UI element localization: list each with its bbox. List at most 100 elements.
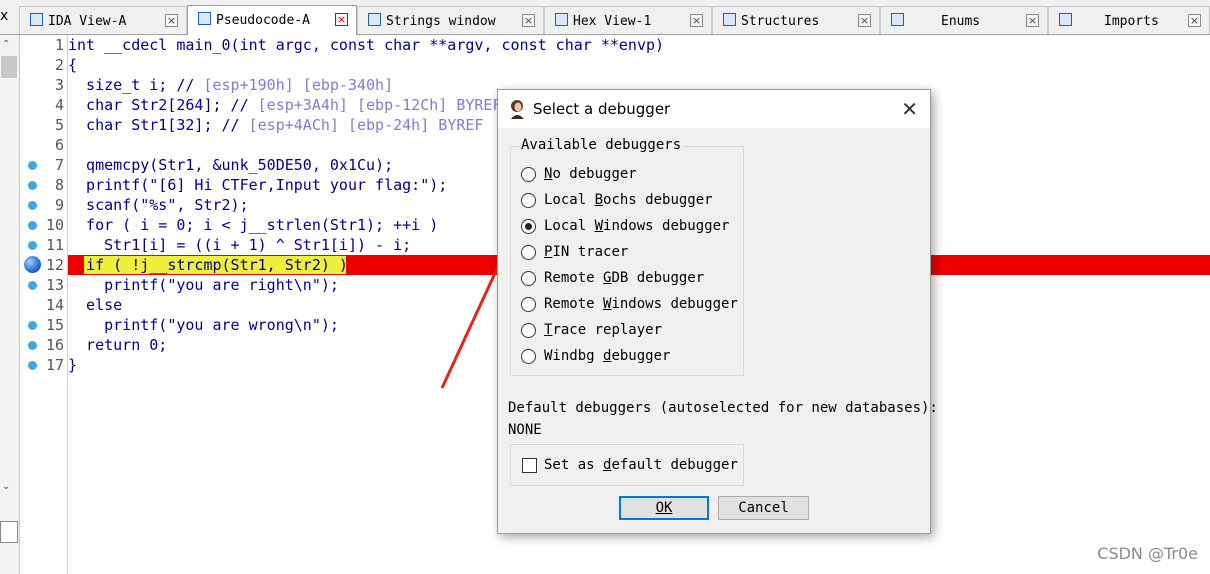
- code-text: Str1[i] = ((i + 1) ^ Str1[i]) - i;: [68, 236, 412, 254]
- structures-icon: [723, 13, 736, 26]
- tab-strings-window[interactable]: Strings window ×: [357, 6, 544, 34]
- line-number: 11: [45, 236, 64, 254]
- default-debuggers-value: NONE: [508, 422, 542, 438]
- label-part: indows debugger: [603, 218, 730, 234]
- line-number: 16: [45, 336, 64, 354]
- code-comment: [esp+3A4h] [ebp-12Ch] BYREF: [257, 96, 502, 114]
- close-icon[interactable]: ×: [522, 14, 535, 27]
- left-scrollbar[interactable]: ⌃ ⌄: [0, 35, 20, 574]
- label-part: ochs debugger: [603, 192, 713, 208]
- radio-button[interactable]: [521, 167, 536, 182]
- side-input-box[interactable]: [0, 521, 18, 543]
- line-number: 9: [54, 196, 64, 214]
- radio-button-selected[interactable]: [521, 219, 536, 234]
- label-mnemonic: B: [594, 192, 604, 208]
- option-label: Trace replayer: [544, 322, 662, 338]
- code-text: printf("you are right\n");: [68, 276, 339, 294]
- line-number: 2: [54, 56, 64, 74]
- code-decl: size_t i; //: [68, 76, 204, 94]
- code-text: int __cdecl main_0(int argc, const char …: [68, 36, 665, 54]
- option-label: PIN tracer: [544, 244, 628, 260]
- dialog-title: Select a debugger: [533, 100, 671, 118]
- scrollbar-thumb[interactable]: [1, 56, 17, 78]
- radio-button[interactable]: [521, 349, 536, 364]
- tab-pseudocode-a[interactable]: Pseudocode-A ×: [187, 5, 357, 35]
- line-number: 5: [54, 116, 64, 134]
- hex-icon: [555, 13, 568, 26]
- close-icon[interactable]: ×: [690, 14, 703, 27]
- radio-button[interactable]: [521, 323, 536, 338]
- close-icon[interactable]: ×: [1026, 14, 1039, 27]
- line-number: 12: [45, 256, 64, 274]
- tab-imports[interactable]: Imports ×: [1048, 6, 1210, 34]
- radio-button[interactable]: [521, 271, 536, 286]
- option-label: Windbg debugger: [544, 348, 670, 364]
- code-text: return 0;: [68, 336, 168, 354]
- tab-label: Pseudocode-A: [216, 13, 310, 28]
- radio-button[interactable]: [521, 193, 536, 208]
- set-default-label[interactable]: Set as default debugger: [544, 457, 738, 473]
- tab-hex-view-1[interactable]: Hex View-1 ×: [544, 6, 712, 34]
- label-part: Remote: [544, 270, 604, 286]
- label-mnemonic: W: [594, 218, 604, 234]
- radio-button[interactable]: [521, 297, 536, 312]
- close-icon[interactable]: ✕: [901, 97, 918, 121]
- ida-logo-icon: [511, 100, 524, 119]
- label-part: Windbg: [544, 348, 604, 364]
- label-part: Set as: [544, 457, 604, 473]
- tab-label: Strings window: [386, 14, 496, 29]
- tab-enums[interactable]: Enums ×: [880, 6, 1048, 34]
- radio-button[interactable]: [521, 245, 536, 260]
- close-icon[interactable]: ×: [858, 14, 871, 27]
- set-default-group: Set as default debugger: [510, 444, 744, 486]
- code-text: }: [68, 356, 78, 374]
- code-text: char Str2[264]; // [esp+3A4h] [ebp-12Ch]…: [68, 95, 502, 115]
- tab-label: Enums: [941, 14, 981, 29]
- chevron-up-icon[interactable]: ⌃: [2, 39, 10, 50]
- tab-structures[interactable]: Structures ×: [712, 6, 880, 34]
- line-number: 10: [45, 216, 64, 234]
- tab-label: Imports: [1104, 14, 1159, 29]
- code-comment: [esp+4ACh] [ebp-24h] BYREF: [248, 116, 484, 134]
- line-number: 14: [45, 296, 64, 314]
- label-part: Remote: [544, 296, 604, 312]
- watermark: CSDN @Tr0e: [1097, 544, 1198, 563]
- left-close-glyph[interactable]: x: [0, 8, 14, 24]
- option-label: Remote GDB debugger: [544, 270, 704, 286]
- chevron-down-icon[interactable]: ⌄: [2, 481, 10, 492]
- option-label: Local Windows debugger: [544, 218, 729, 234]
- line-number: 6: [54, 136, 64, 154]
- label-part: indows debugger: [611, 296, 738, 312]
- code-text: for ( i = 0; i < j__strlen(Str1); ++i ): [68, 216, 439, 234]
- set-default-checkbox[interactable]: [522, 458, 537, 473]
- tab-ida-view-a[interactable]: IDA View-A ×: [19, 6, 187, 34]
- code-text: scanf("%s", Str2);: [68, 196, 249, 214]
- label-part: DB debugger: [611, 270, 705, 286]
- close-icon[interactable]: ×: [165, 14, 178, 27]
- code-line[interactable]: 2{: [20, 55, 1210, 75]
- group-label: Available debuggers: [519, 137, 684, 153]
- close-icon[interactable]: ×: [335, 13, 348, 26]
- line-number: 13: [45, 276, 64, 294]
- ok-button[interactable]: OK: [619, 496, 709, 520]
- select-debugger-dialog: Select a debugger ✕ Available debuggers …: [497, 89, 938, 534]
- code-line[interactable]: 1 int __cdecl main_0(int argc, const char…: [20, 35, 1210, 55]
- cancel-button[interactable]: Cancel: [718, 496, 809, 520]
- tab-label: Hex View-1: [573, 14, 652, 29]
- option-label: No debugger: [544, 166, 637, 182]
- tab-label: IDA View-A: [48, 14, 127, 29]
- close-icon[interactable]: ×: [1188, 14, 1201, 27]
- label-part: efault debugger: [611, 457, 738, 473]
- label-part: Local: [544, 192, 595, 208]
- option-label: Local Bochs debugger: [544, 192, 713, 208]
- ida-view-icon: [30, 13, 43, 26]
- available-debuggers-group: Available debuggers No debugger Local Bo…: [510, 137, 744, 376]
- code-text: printf("[6] Hi CTFer,Input your flag:");: [68, 176, 448, 194]
- dialog-title-bar[interactable]: Select a debugger ✕: [498, 90, 930, 128]
- default-debuggers-label: Default debuggers (autoselected for new …: [508, 400, 938, 416]
- cancel-label: Cancel: [738, 500, 789, 516]
- code-text: printf("you are wrong\n");: [68, 316, 339, 334]
- line-number: 7: [54, 156, 64, 174]
- tab-label: Structures: [741, 14, 820, 29]
- code-text: char Str1[32]; // [esp+4ACh] [ebp-24h] B…: [68, 115, 483, 135]
